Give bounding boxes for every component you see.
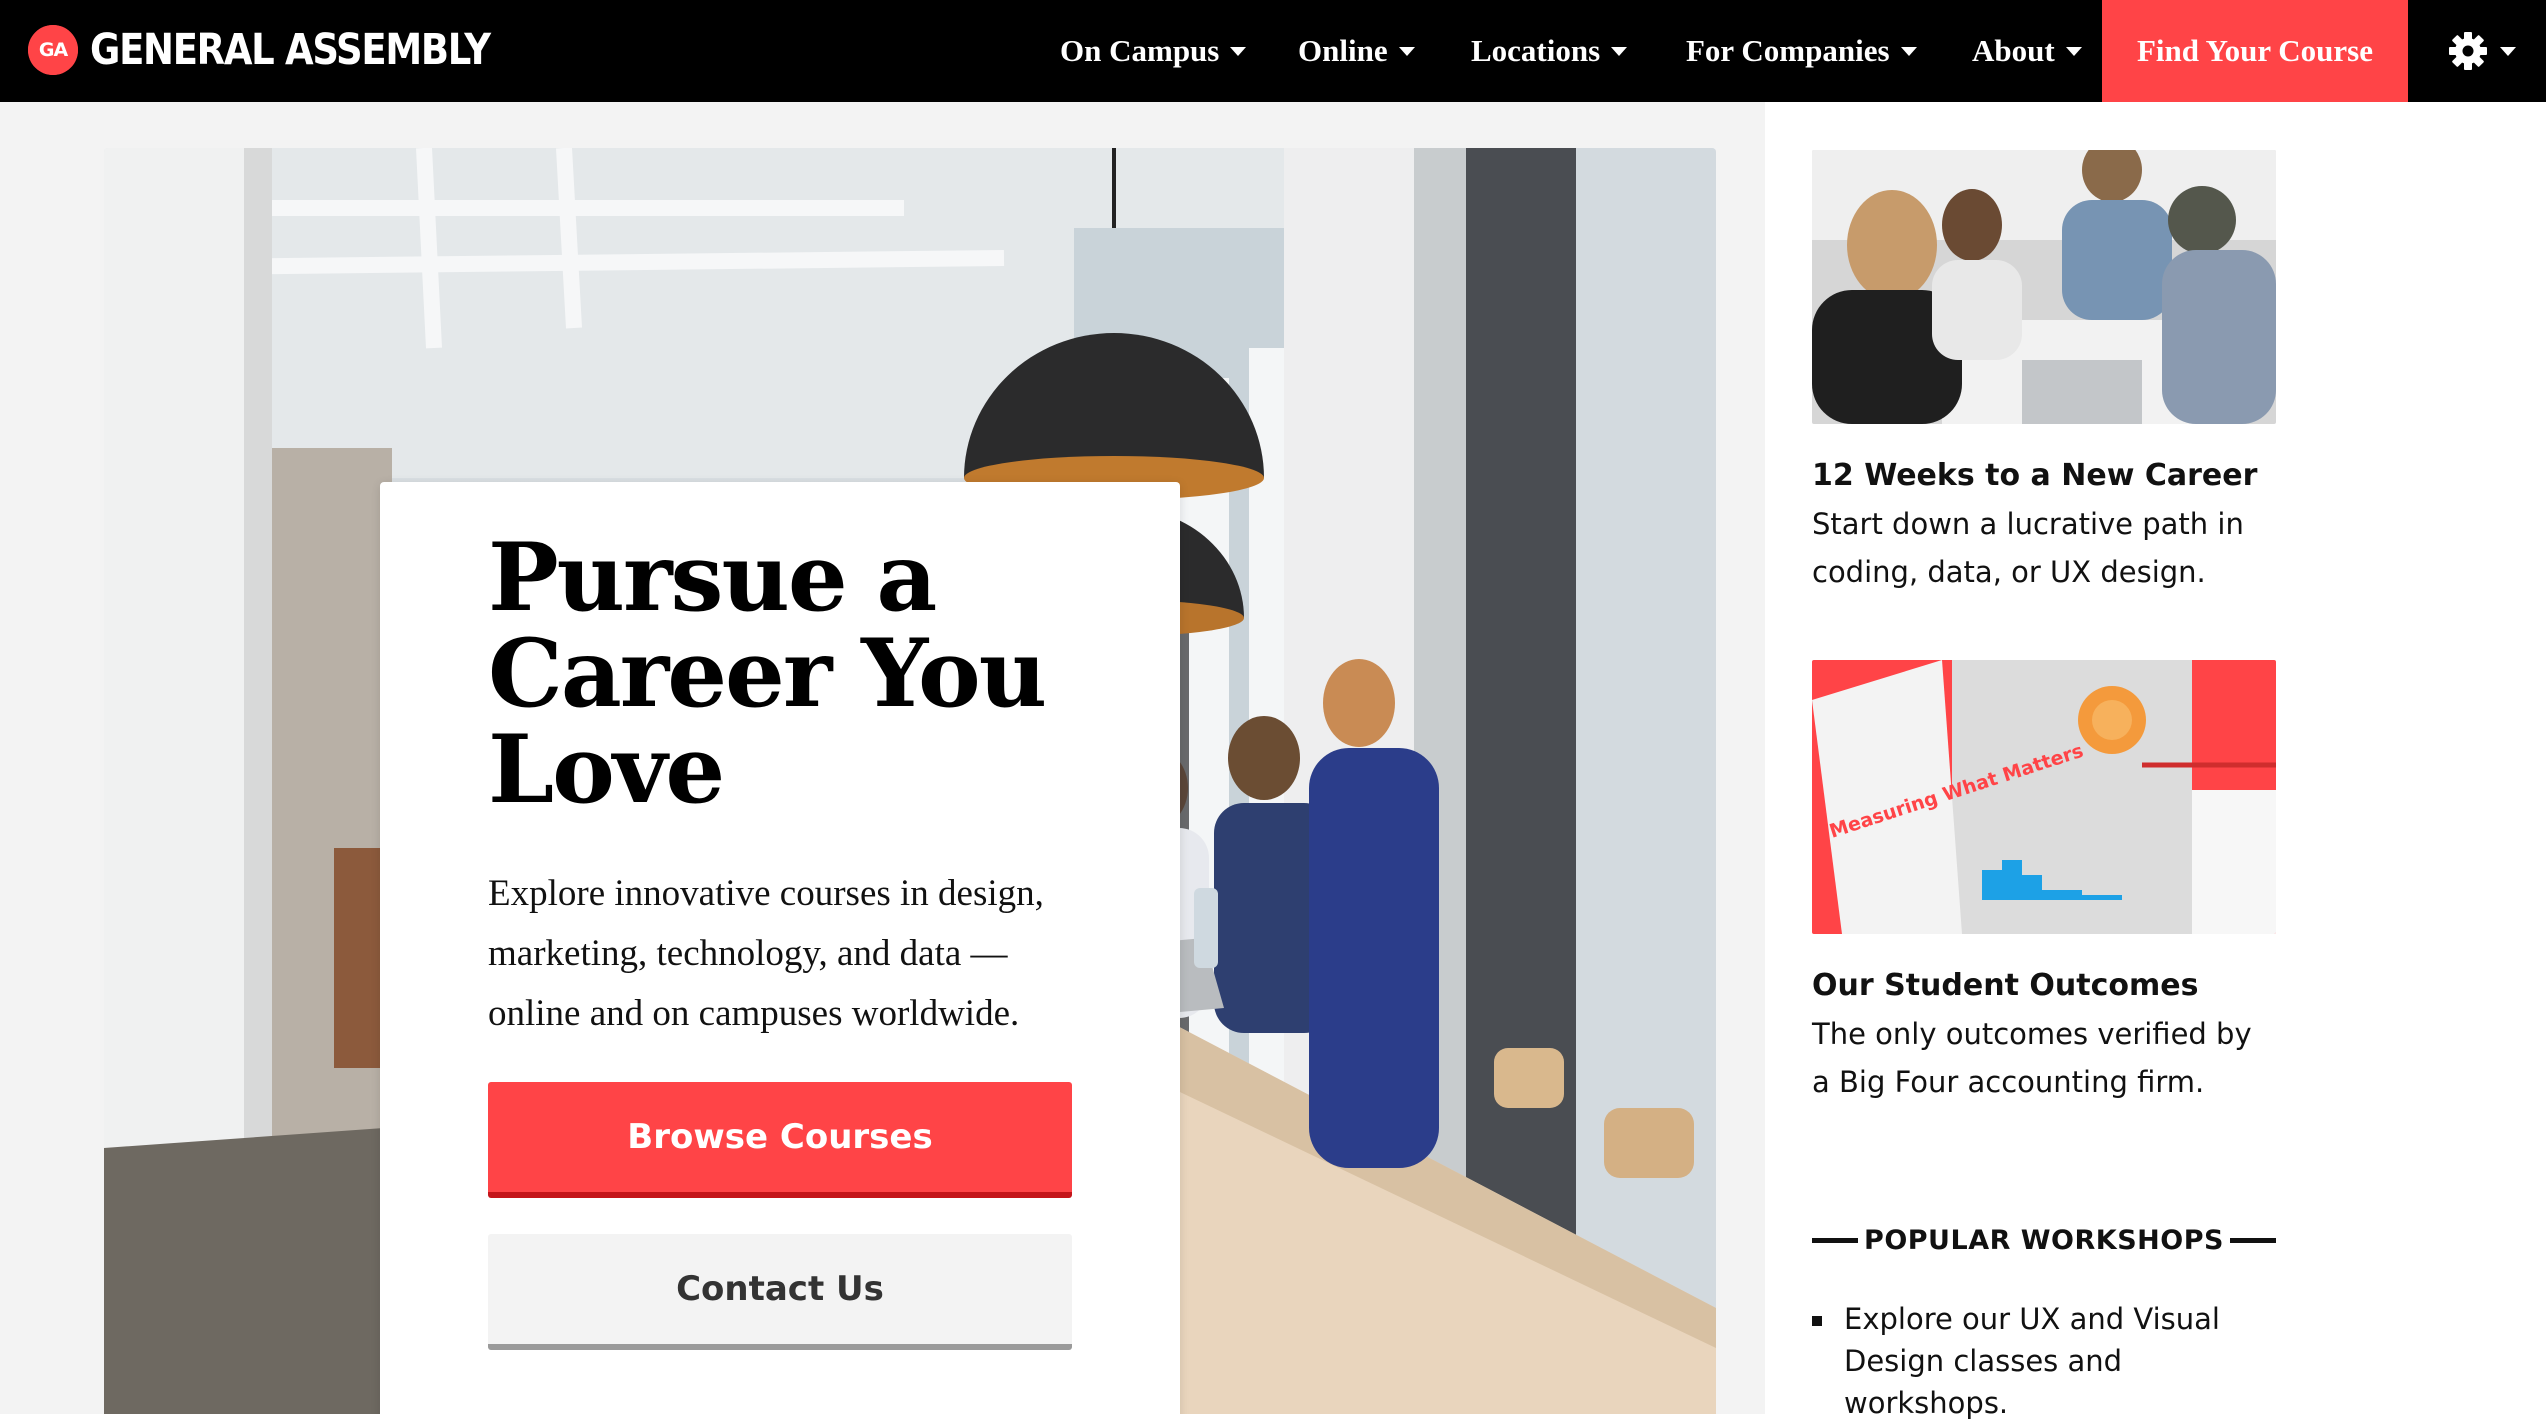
- caret-down-icon: [1611, 46, 1628, 56]
- nav-item-label: For Companies: [1686, 33, 1890, 68]
- nav-item-on-campus[interactable]: On Campus: [1060, 0, 1247, 102]
- logo[interactable]: GA GENERAL ASSEMBLY: [28, 22, 555, 78]
- workshop-item-text: Explore our UX and Visual Design classes…: [1844, 1302, 2220, 1420]
- nav-item-label: About: [1972, 33, 2055, 68]
- nav-item-online[interactable]: Online: [1298, 0, 1415, 102]
- report-photo: Measuring What Matters: [1812, 660, 2276, 934]
- nav-item-label: Online: [1298, 33, 1388, 68]
- logo-text: GENERAL ASSEMBLY: [90, 25, 491, 75]
- popular-workshops-heading: POPULAR WORKSHOPS: [1812, 1218, 2276, 1262]
- gear-icon: [2449, 32, 2487, 70]
- nav-item-locations[interactable]: Locations: [1471, 0, 1628, 102]
- bullet-icon: [1812, 1316, 1822, 1326]
- promo-title-student-outcomes[interactable]: Our Student Outcomes: [1812, 968, 2272, 1003]
- nav-item-about[interactable]: About: [1972, 0, 2082, 102]
- caret-down-icon: [1230, 46, 1247, 56]
- caret-down-icon: [1398, 46, 1415, 56]
- caret-down-icon: [1900, 46, 1917, 56]
- nav-item-label: Locations: [1471, 33, 1601, 68]
- hero-title: Pursue a Career You Love: [488, 523, 1047, 825]
- promo-image-student-outcomes[interactable]: Measuring What Matters: [1812, 660, 2276, 934]
- promo-image-new-career[interactable]: [1812, 150, 2276, 424]
- hero-card: Pursue a Career You Love Explore innovat…: [380, 482, 1180, 1414]
- caret-down-icon: [2065, 46, 2082, 56]
- contact-us-button[interactable]: Contact Us: [488, 1234, 1072, 1350]
- students-photo: [1812, 150, 2276, 424]
- hero-image: Pursue a Career You Love Explore innovat…: [104, 148, 1716, 1414]
- browse-courses-button[interactable]: Browse Courses: [488, 1082, 1072, 1198]
- logo-badge: GA: [28, 25, 78, 75]
- settings-menu[interactable]: [2448, 22, 2516, 80]
- find-your-course-button[interactable]: Find Your Course: [2102, 0, 2408, 102]
- promo-text-student-outcomes: The only outcomes verified by a Big Four…: [1812, 1017, 2252, 1099]
- hero-description: Explore innovative courses in design, ma…: [488, 873, 1044, 1034]
- workshops-title: POPULAR WORKSHOPS: [1864, 1224, 2224, 1256]
- nav-item-for-companies[interactable]: For Companies: [1686, 0, 1917, 102]
- promo-title-new-career[interactable]: 12 Weeks to a New Career: [1812, 458, 2272, 493]
- workshop-list-item[interactable]: Explore our UX and Visual Design classes…: [1812, 1298, 2282, 1424]
- heading-rule-left: [1812, 1237, 1858, 1243]
- caret-down-icon: [2500, 46, 2516, 56]
- promo-text-new-career: Start down a lucrative path in coding, d…: [1812, 507, 2244, 589]
- top-nav: GA GENERAL ASSEMBLY On Campus Online Loc…: [0, 0, 2546, 102]
- heading-rule-right: [2229, 1237, 2276, 1243]
- nav-item-label: On Campus: [1060, 33, 1220, 68]
